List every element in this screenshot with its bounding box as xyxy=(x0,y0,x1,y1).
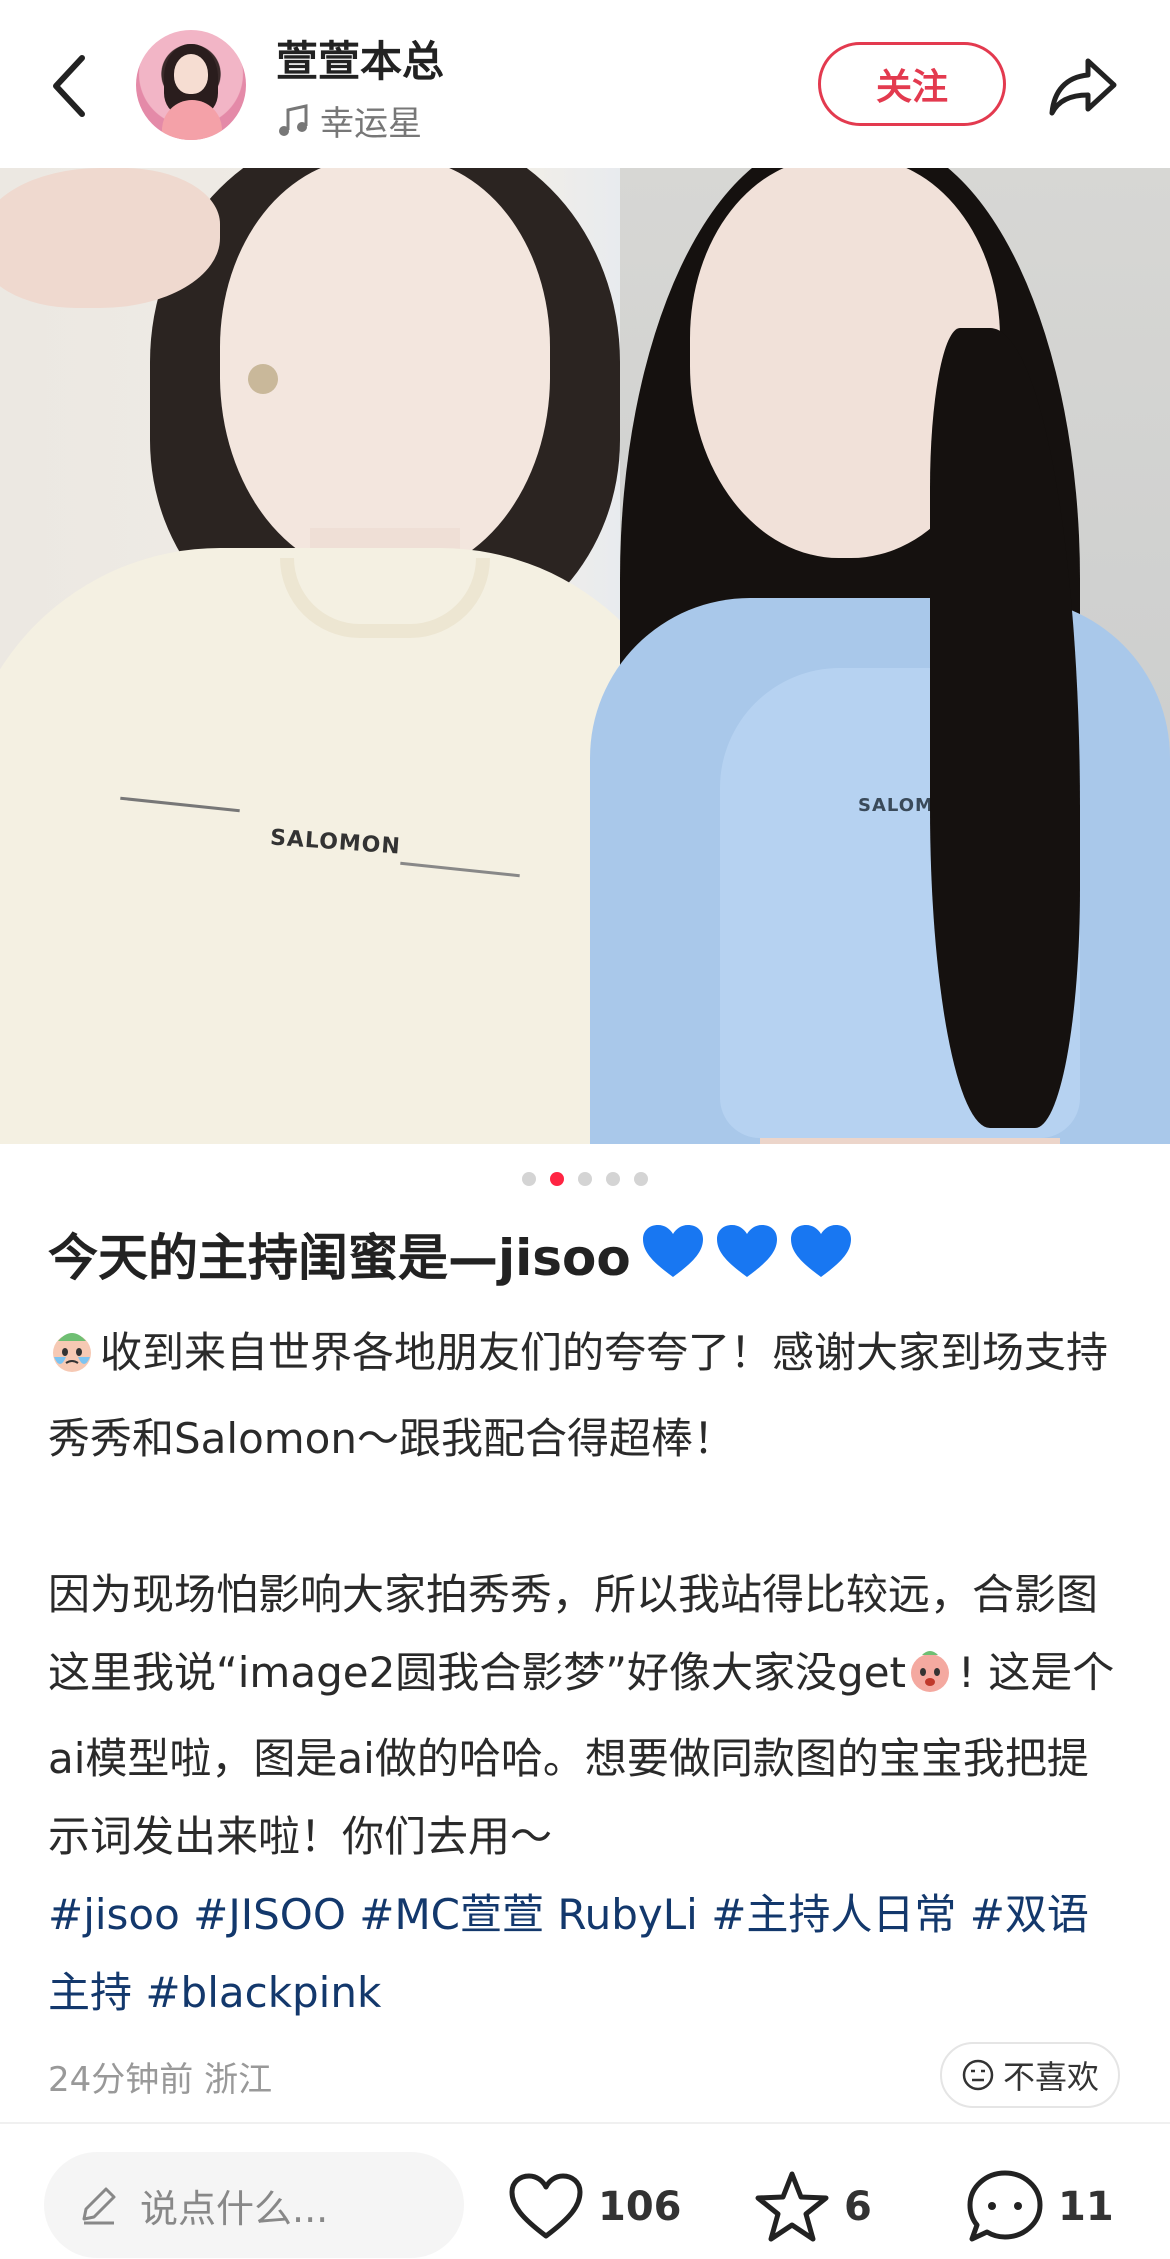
post-title: 今天的主持闺蜜是—jisoo xyxy=(48,1222,1128,1300)
divider xyxy=(0,2122,1170,2124)
collect-count: 6 xyxy=(844,2184,872,2230)
post-time-location: 24分钟前 浙江 xyxy=(48,2060,273,2100)
author-name[interactable]: 萱萱本总 xyxy=(276,28,444,89)
music-note-icon xyxy=(279,103,308,136)
chat-bubble-icon xyxy=(967,2170,1043,2242)
collect-button[interactable]: 6 xyxy=(754,2162,872,2252)
like-button[interactable]: 106 xyxy=(508,2162,682,2252)
dislike-button[interactable]: 不喜欢 xyxy=(940,2042,1120,2108)
paragraph-2: 因为现场怕影响大家拍秀秀，所以我站得比较远，合影图这里我说“image2圆我合影… xyxy=(48,1556,1128,1876)
comment-input[interactable]: 说点什么... xyxy=(44,2152,464,2258)
heart-icon xyxy=(509,2173,583,2239)
carousel-dot[interactable] xyxy=(578,1172,592,1186)
star-icon xyxy=(755,2171,829,2242)
carousel-dot[interactable] xyxy=(634,1172,648,1186)
pencil-icon xyxy=(82,2187,116,2225)
music-label: 幸运星 xyxy=(320,104,422,144)
comment-count: 11 xyxy=(1058,2184,1114,2230)
post-header: 萱萱本总 幸运星 关注 xyxy=(0,0,1170,168)
earring xyxy=(248,364,278,394)
share-icon xyxy=(1049,58,1117,116)
peach-face-icon xyxy=(906,1642,954,1720)
neutral-face-icon xyxy=(962,2059,994,2091)
blue-heart-icon xyxy=(715,1223,779,1300)
crying-face-icon xyxy=(48,1322,96,1400)
author-avatar[interactable] xyxy=(136,30,246,140)
comment-placeholder: 说点什么... xyxy=(140,2186,329,2231)
carousel-dot[interactable] xyxy=(606,1172,620,1186)
carousel-dot-active[interactable] xyxy=(550,1172,564,1186)
music-tag[interactable]: 幸运星 xyxy=(276,96,422,145)
post-hashtags[interactable]: #jisoo #JISOO #MC萱萱 RubyLi #主持人日常 #双语主持 … xyxy=(48,1876,1128,2032)
share-button[interactable] xyxy=(1038,46,1128,126)
blue-heart-icon xyxy=(641,1223,705,1300)
post-body: 收到来自世界各地朋友们的夸夸了！感谢大家到场支持秀秀和Salomon～跟我配合得… xyxy=(48,1314,1128,2032)
post-title-text: 今天的主持闺蜜是—jisoo xyxy=(48,1229,631,1287)
follow-button[interactable]: 关注 xyxy=(818,42,1006,126)
blue-heart-icon xyxy=(789,1223,853,1300)
post-image[interactable]: SALOMON SALOMON xyxy=(0,168,1170,1144)
carousel-dot[interactable] xyxy=(522,1172,536,1186)
back-button[interactable] xyxy=(40,46,100,126)
carousel-indicator xyxy=(0,1172,1170,1192)
paragraph-1-text: 收到来自世界各地朋友们的夸夸了！感谢大家到场支持秀秀和Salomon～跟我配合得… xyxy=(48,1328,1109,1463)
paragraph-1: 收到来自世界各地朋友们的夸夸了！感谢大家到场支持秀秀和Salomon～跟我配合得… xyxy=(48,1314,1128,1478)
chevron-left-icon xyxy=(53,55,85,117)
like-count: 106 xyxy=(598,2184,682,2230)
dislike-label: 不喜欢 xyxy=(1002,2058,1099,2096)
comment-button[interactable]: 11 xyxy=(966,2162,1114,2252)
